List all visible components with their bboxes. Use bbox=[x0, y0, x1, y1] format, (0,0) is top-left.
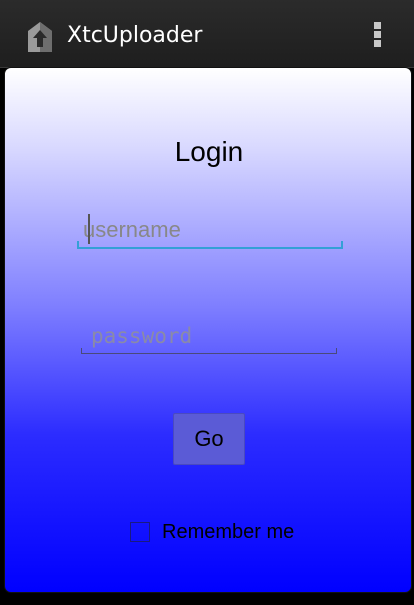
remember-me-checkbox[interactable] bbox=[130, 522, 150, 542]
app-title: XtcUploader bbox=[67, 23, 203, 48]
overflow-menu-icon[interactable] bbox=[368, 20, 388, 50]
username-input[interactable] bbox=[77, 213, 343, 249]
text-cursor bbox=[88, 214, 90, 244]
go-button[interactable]: Go bbox=[173, 413, 245, 465]
remember-me-row[interactable]: Remember me bbox=[130, 520, 294, 544]
remember-me-label: Remember me bbox=[162, 520, 295, 543]
action-bar: XtcUploader bbox=[0, 0, 414, 68]
login-panel: Login Go Remember me bbox=[4, 67, 412, 593]
upload-home-icon[interactable] bbox=[26, 21, 54, 53]
password-input[interactable] bbox=[81, 318, 337, 354]
menu-dot bbox=[374, 22, 381, 29]
app-screen: XtcUploader Login Go Remember me bbox=[0, 0, 414, 605]
menu-dot bbox=[374, 40, 381, 47]
menu-dot bbox=[374, 31, 381, 38]
login-title: Login bbox=[174, 136, 244, 167]
